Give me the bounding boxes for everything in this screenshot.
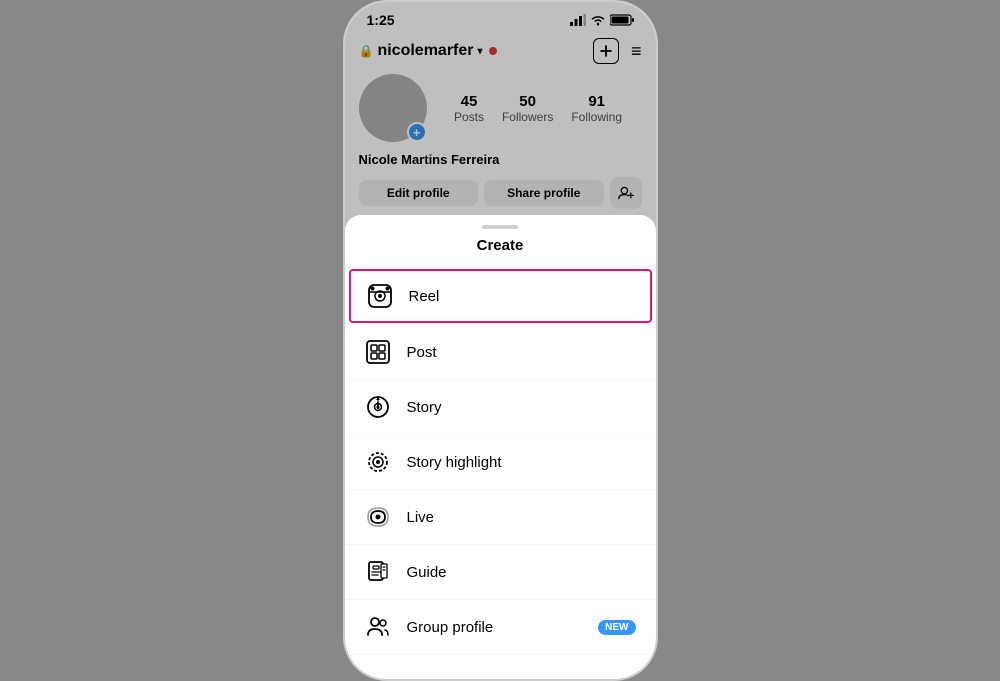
story-icon <box>365 394 391 420</box>
live-icon <box>365 504 391 530</box>
post-icon <box>365 339 391 365</box>
sheet-handle-wrap <box>345 215 656 233</box>
guide-label: Guide <box>407 564 447 581</box>
story-highlight-label: Story highlight <box>407 454 502 471</box>
reel-icon <box>367 283 393 309</box>
story-highlight-icon <box>365 449 391 475</box>
create-guide-item[interactable]: Guide <box>345 545 656 600</box>
guide-icon <box>365 559 391 585</box>
live-label: Live <box>407 509 435 526</box>
create-story-highlight-item[interactable]: Story highlight <box>345 435 656 490</box>
group-profile-label: Group profile <box>407 619 494 636</box>
sheet-handle <box>482 225 518 229</box>
post-label: Post <box>407 344 437 361</box>
phone-frame: 1:25 <box>343 0 658 681</box>
bottom-sheet: Create Reel <box>345 215 656 679</box>
story-label: Story <box>407 399 442 416</box>
create-post-item[interactable]: Post <box>345 325 656 380</box>
create-live-item[interactable]: Live <box>345 490 656 545</box>
new-badge: NEW <box>598 620 635 635</box>
create-group-profile-item[interactable]: Group profile NEW <box>345 600 656 655</box>
create-reel-item[interactable]: Reel <box>349 269 652 323</box>
sheet-title: Create <box>345 233 656 267</box>
create-story-item[interactable]: Story <box>345 380 656 435</box>
reel-label: Reel <box>409 288 440 305</box>
group-profile-icon <box>365 614 391 640</box>
